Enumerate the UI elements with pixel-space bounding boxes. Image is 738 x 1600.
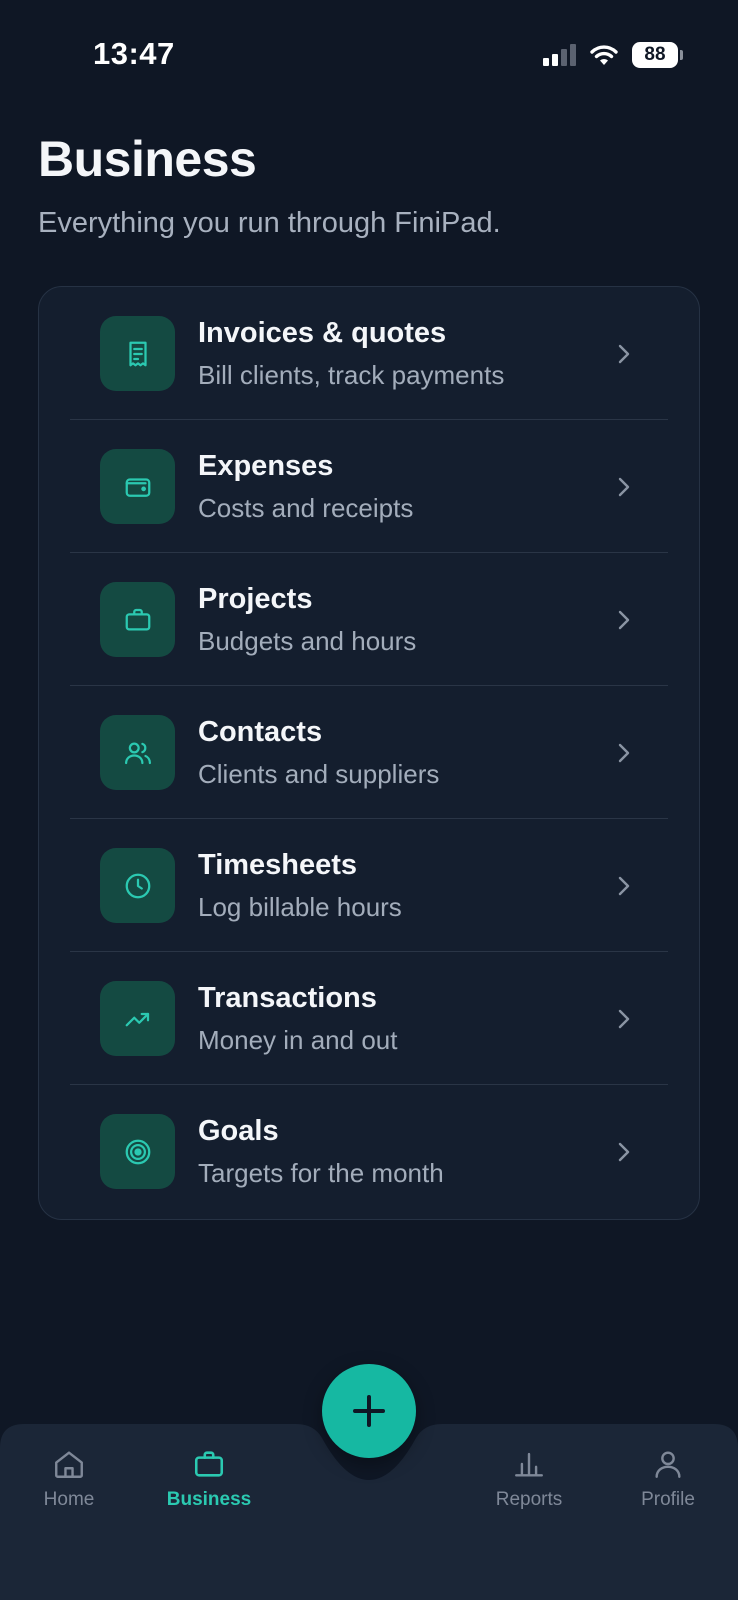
- menu-item-projects[interactable]: Projects Budgets and hours: [39, 553, 699, 686]
- menu-item-title: Timesheets: [198, 849, 358, 881]
- tab-business[interactable]: Business: [149, 1446, 269, 1516]
- page-title: Business: [38, 131, 257, 187]
- menu-item-title: Transactions: [198, 982, 377, 1014]
- tab-profile[interactable]: Profile: [608, 1446, 728, 1516]
- bar-chart-icon: [511, 1446, 547, 1482]
- menu-item-invoices[interactable]: Invoices & quotes Bill clients, track pa…: [39, 287, 699, 420]
- user-icon: [650, 1446, 686, 1482]
- battery-level: 88: [644, 44, 666, 65]
- battery-icon: 88: [632, 42, 683, 68]
- menu-item-subtitle: Budgets and hours: [198, 626, 417, 656]
- menu-item-transactions[interactable]: Transactions Money in and out: [39, 952, 699, 1085]
- tab-label: Business: [166, 1489, 252, 1510]
- menu-item-subtitle: Money in and out: [198, 1025, 398, 1055]
- tab-reports[interactable]: Reports: [469, 1446, 589, 1516]
- page-subtitle: Everything you run through FiniPad.: [38, 207, 501, 239]
- home-icon: [51, 1446, 87, 1482]
- menu-item-subtitle: Bill clients, track payments: [198, 360, 505, 390]
- add-button[interactable]: [322, 1364, 416, 1458]
- menu-item-subtitle: Costs and receipts: [198, 493, 414, 523]
- menu-item-title: Contacts: [198, 716, 323, 748]
- menu-item-subtitle: Targets for the month: [198, 1158, 444, 1188]
- chevron-right-icon: [613, 343, 635, 365]
- menu-item-title: Invoices & quotes: [198, 317, 447, 349]
- users-icon: [100, 715, 175, 790]
- plus-icon: [353, 1395, 385, 1427]
- menu-item-goals[interactable]: Goals Targets for the month: [39, 1085, 699, 1218]
- briefcase-icon: [100, 582, 175, 657]
- trending-up-icon: [100, 981, 175, 1056]
- wallet-icon: [100, 449, 175, 524]
- tab-home[interactable]: Home: [9, 1446, 129, 1516]
- receipt-icon: [100, 316, 175, 391]
- menu-item-contacts[interactable]: Contacts Clients and suppliers: [39, 686, 699, 819]
- chevron-right-icon: [613, 742, 635, 764]
- chevron-right-icon: [613, 476, 635, 498]
- status-time: 13:47: [93, 36, 175, 71]
- clock-icon: [100, 848, 175, 923]
- menu-item-subtitle: Clients and suppliers: [198, 759, 440, 789]
- cellular-signal-icon: [543, 44, 576, 66]
- status-bar: 13:47 88: [0, 0, 738, 110]
- menu-item-subtitle: Log billable hours: [198, 892, 402, 922]
- status-indicators: 88: [543, 40, 683, 70]
- tab-label: Profile: [641, 1489, 695, 1510]
- briefcase-icon: [191, 1446, 227, 1482]
- target-icon: [100, 1114, 175, 1189]
- chevron-right-icon: [613, 1141, 635, 1163]
- menu-item-expenses[interactable]: Expenses Costs and receipts: [39, 420, 699, 553]
- menu-item-title: Projects: [198, 583, 313, 615]
- business-menu-card: Invoices & quotes Bill clients, track pa…: [38, 286, 700, 1220]
- business-screen: 13:47 88 Business Everything you run thr…: [0, 0, 738, 1600]
- wifi-icon: [590, 45, 618, 65]
- tab-label: Home: [43, 1489, 95, 1510]
- chevron-right-icon: [613, 1008, 635, 1030]
- chevron-right-icon: [613, 875, 635, 897]
- menu-item-timesheets[interactable]: Timesheets Log billable hours: [39, 819, 699, 952]
- chevron-right-icon: [613, 609, 635, 631]
- tab-label: Reports: [495, 1489, 563, 1510]
- menu-item-title: Goals: [198, 1115, 279, 1147]
- menu-item-title: Expenses: [198, 450, 334, 482]
